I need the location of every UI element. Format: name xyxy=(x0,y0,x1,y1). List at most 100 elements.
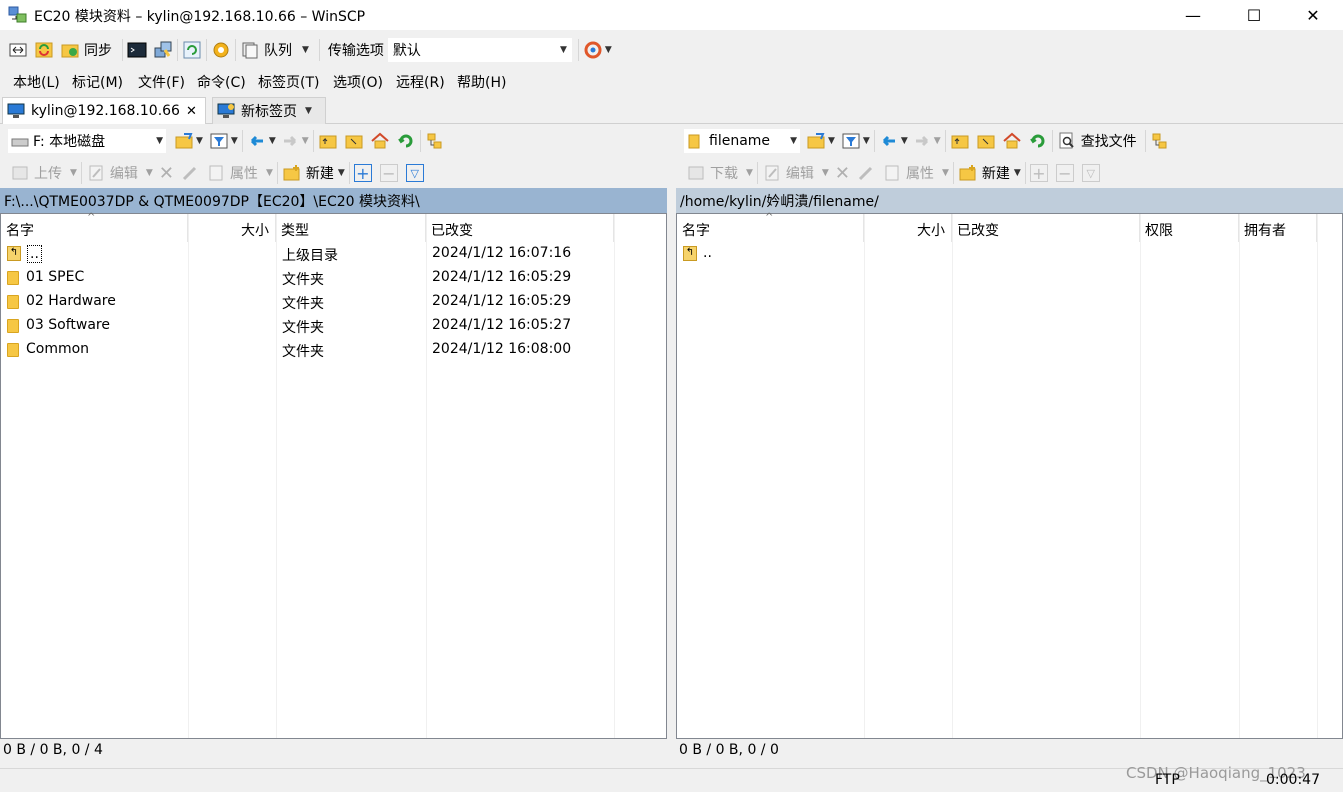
queue-icon[interactable] xyxy=(240,40,260,60)
table-row[interactable]: ↰ .. 上级目录 2024/1/12 16:07:16 xyxy=(1,242,666,266)
download-icon[interactable] xyxy=(686,163,706,183)
properties-dropdown-icon[interactable]: ▼ xyxy=(942,168,949,178)
preferences-gear-icon[interactable] xyxy=(211,40,231,60)
column-changed[interactable]: 已改变 xyxy=(952,214,1140,242)
unselect-minus-icon[interactable]: − xyxy=(1055,164,1074,183)
open-folder-icon[interactable] xyxy=(806,131,826,151)
back-arrow-icon[interactable] xyxy=(247,131,267,151)
chevron-down-icon[interactable]: ▼ xyxy=(305,106,312,116)
open-folder-icon[interactable] xyxy=(174,131,194,151)
forward-arrow-icon[interactable] xyxy=(280,131,300,151)
menu-tabs[interactable]: 标签页(T) xyxy=(258,72,319,92)
edit-dropdown-icon[interactable]: ▼ xyxy=(146,168,153,178)
tree-view-icon[interactable] xyxy=(1150,131,1170,151)
table-row[interactable]: Common 文件夹 2024/1/12 16:08:00 xyxy=(1,338,666,362)
column-rights[interactable]: 权限 xyxy=(1140,214,1239,242)
delete-icon[interactable]: ✕ xyxy=(159,163,174,184)
parent-directory-icon[interactable] xyxy=(950,131,970,151)
unselect-minus-icon[interactable]: − xyxy=(379,164,398,183)
menu-files[interactable]: 文件(F) xyxy=(138,72,185,92)
edit-icon[interactable] xyxy=(86,163,106,183)
queue-dropdown-icon[interactable]: ▼ xyxy=(302,45,309,55)
menu-remote[interactable]: 远程(R) xyxy=(396,72,445,92)
properties-button[interactable]: 属性 xyxy=(230,163,258,183)
new-item-icon[interactable] xyxy=(958,163,978,183)
tab-session[interactable]: kylin@192.168.10.66 ✕ xyxy=(2,97,206,124)
column-type[interactable]: 类型 xyxy=(276,214,426,242)
properties-dropdown-icon[interactable]: ▼ xyxy=(266,168,273,178)
properties-icon[interactable] xyxy=(206,163,226,183)
minimize-button[interactable]: — xyxy=(1170,0,1216,30)
transfer-settings-select[interactable]: 默认 ▼ xyxy=(387,38,572,62)
column-name[interactable]: 名字 ^ xyxy=(1,212,188,242)
filter-dropdown-icon[interactable]: ▼ xyxy=(231,136,238,146)
table-row[interactable]: 01 SPEC 文件夹 2024/1/12 16:05:29 xyxy=(1,266,666,290)
column-owner[interactable]: 拥有者 xyxy=(1239,214,1317,242)
close-tab-icon[interactable]: ✕ xyxy=(186,104,197,119)
column-changed[interactable]: 已改变 xyxy=(426,214,614,242)
sync-folder-icon[interactable] xyxy=(60,40,80,60)
select-plus-icon[interactable]: + xyxy=(353,164,372,183)
new-dropdown-icon[interactable]: ▼ xyxy=(338,168,345,178)
invert-select-icon[interactable]: ▽ xyxy=(405,164,424,182)
root-directory-icon[interactable] xyxy=(344,131,364,151)
synchronize-browsing-icon[interactable] xyxy=(34,40,54,60)
find-files-button[interactable]: 查找文件 xyxy=(1081,131,1137,151)
upload-button[interactable]: 上传 xyxy=(34,163,62,183)
menu-commands[interactable]: 命令(C) xyxy=(197,72,246,92)
close-window-button[interactable]: ✕ xyxy=(1290,0,1336,30)
new-dropdown-icon[interactable]: ▼ xyxy=(1014,168,1021,178)
rename-icon[interactable] xyxy=(180,163,200,183)
home-directory-icon[interactable] xyxy=(1002,131,1022,151)
back-dropdown-icon[interactable]: ▼ xyxy=(269,136,276,146)
invert-select-icon[interactable]: ▽ xyxy=(1081,164,1100,182)
table-row[interactable]: 03 Software 文件夹 2024/1/12 16:05:27 xyxy=(1,314,666,338)
table-row[interactable]: 02 Hardware 文件夹 2024/1/12 16:05:29 xyxy=(1,290,666,314)
filter-dropdown-icon[interactable]: ▼ xyxy=(863,136,870,146)
root-directory-icon[interactable] xyxy=(976,131,996,151)
back-dropdown-icon[interactable]: ▼ xyxy=(901,136,908,146)
right-path-bar[interactable]: /home/kylin/妗岄潰/filename/ xyxy=(676,188,1343,213)
rename-icon[interactable] xyxy=(856,163,876,183)
menu-local[interactable]: 本地(L) xyxy=(13,72,60,92)
properties-button[interactable]: 属性 xyxy=(906,163,934,183)
edit-button[interactable]: 编辑 xyxy=(786,163,814,183)
edit-icon[interactable] xyxy=(762,163,782,183)
upload-icon[interactable] xyxy=(10,163,30,183)
filter-icon[interactable] xyxy=(209,131,229,151)
menu-help[interactable]: 帮助(H) xyxy=(457,72,506,92)
properties-icon[interactable] xyxy=(882,163,902,183)
left-path-bar[interactable]: F:\...\QTME0037DP & QTME0097DP【EC20】\EC2… xyxy=(0,188,667,213)
menu-options[interactable]: 选项(O) xyxy=(333,72,383,92)
column-size[interactable]: 大小 xyxy=(864,214,952,242)
reconnect-icon[interactable] xyxy=(583,40,603,60)
delete-icon[interactable]: ✕ xyxy=(835,163,850,184)
reconnect-dropdown-icon[interactable]: ▼ xyxy=(605,45,612,55)
edit-button[interactable]: 编辑 xyxy=(110,163,138,183)
putty-icon[interactable] xyxy=(153,40,173,60)
forward-dropdown-icon[interactable]: ▼ xyxy=(934,136,941,146)
find-files-icon[interactable] xyxy=(1057,131,1077,151)
table-row[interactable]: ↰ .. xyxy=(677,242,1342,266)
forward-arrow-icon[interactable] xyxy=(912,131,932,151)
column-name[interactable]: 名字 ^ xyxy=(677,212,864,242)
tree-view-icon[interactable] xyxy=(425,131,445,151)
new-button[interactable]: 新建 xyxy=(306,163,334,183)
left-file-list[interactable]: 名字 ^ 大小 类型 已改变 ↰ .. 上级目录 2024/1/12 16:07… xyxy=(0,212,667,739)
right-folder-select[interactable]: filename ▼ xyxy=(684,129,800,153)
open-dropdown-icon[interactable]: ▼ xyxy=(196,136,203,146)
forward-dropdown-icon[interactable]: ▼ xyxy=(302,136,309,146)
column-size[interactable]: 大小 xyxy=(188,214,276,242)
right-file-list[interactable]: 名字 ^ 大小 已改变 权限 拥有者 ↰ .. xyxy=(676,212,1343,739)
select-plus-icon[interactable]: + xyxy=(1029,164,1048,183)
home-directory-icon[interactable] xyxy=(370,131,390,151)
queue-button[interactable]: 队列 xyxy=(264,40,292,60)
parent-directory-icon[interactable] xyxy=(318,131,338,151)
refresh-icon[interactable] xyxy=(1028,131,1048,151)
tab-new[interactable]: 新标签页 ▼ xyxy=(212,97,326,124)
compare-directories-icon[interactable] xyxy=(8,40,28,60)
refresh-icon[interactable] xyxy=(182,40,202,60)
terminal-icon[interactable] xyxy=(127,40,147,60)
maximize-button[interactable]: ☐ xyxy=(1231,0,1277,30)
download-dropdown-icon[interactable]: ▼ xyxy=(746,168,753,178)
